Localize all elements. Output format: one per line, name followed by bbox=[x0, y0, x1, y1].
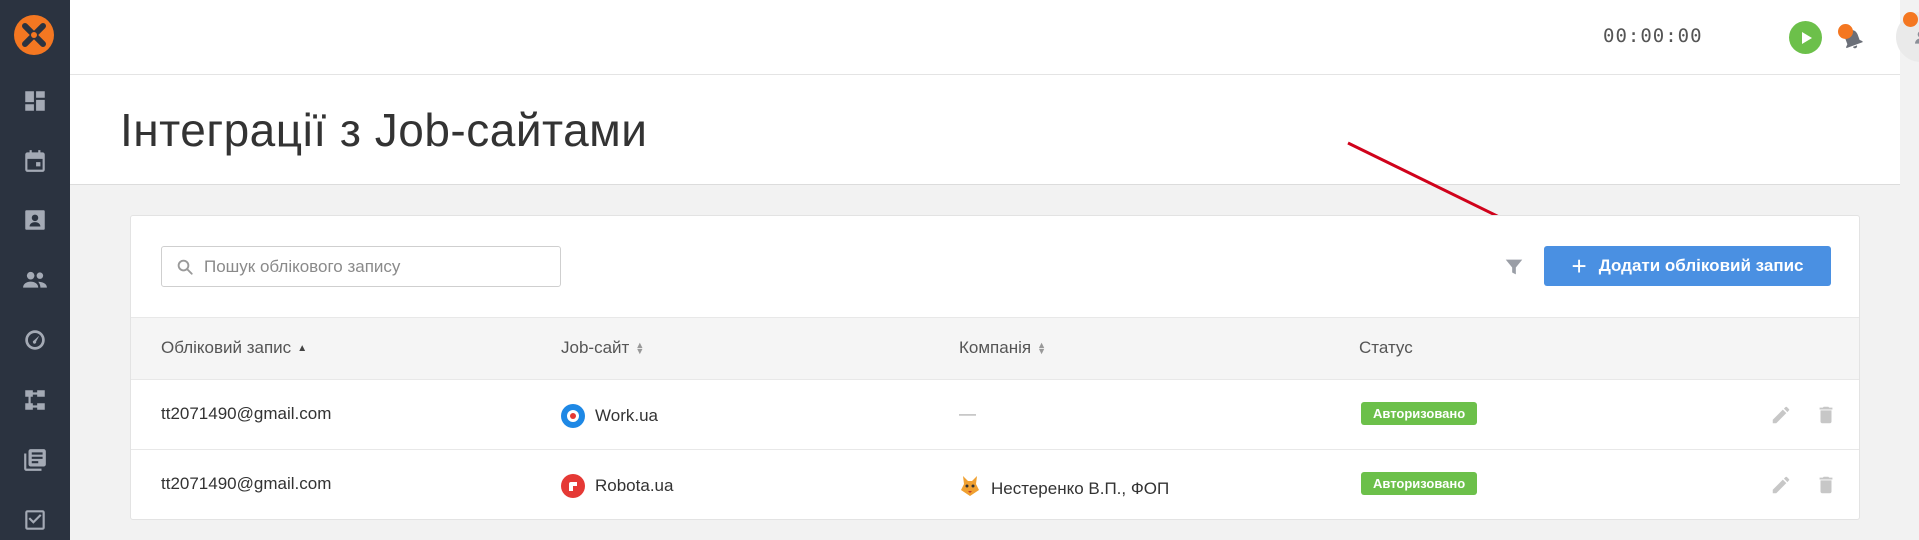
account-email: tt2071490@gmail.com bbox=[161, 474, 332, 493]
column-label: Обліковий запис bbox=[161, 338, 292, 357]
checkbox-icon bbox=[25, 510, 45, 530]
workflow-icon bbox=[25, 390, 45, 410]
plus-icon: + bbox=[1571, 251, 1587, 281]
table-row[interactable]: tt2071490@gmail.com Robota.ua Нестеренко… bbox=[131, 450, 1859, 520]
edit-button[interactable] bbox=[1770, 404, 1792, 426]
column-label: Компанія bbox=[959, 338, 1032, 357]
sidebar-item-people[interactable] bbox=[0, 260, 70, 300]
sidebar-item-calendar[interactable] bbox=[0, 141, 70, 181]
top-bar: 00:00:00 bbox=[70, 0, 1919, 75]
company-name: Нестеренко В.П., ФОП bbox=[991, 478, 1170, 498]
sidebar-item-contacts[interactable] bbox=[0, 200, 70, 240]
column-header-account[interactable]: Обліковий запис ▲ bbox=[161, 338, 307, 358]
column-label: Job-сайт bbox=[561, 338, 630, 357]
people-icon bbox=[23, 271, 47, 288]
page-title: Інтеграції з Job-сайтами bbox=[120, 104, 648, 156]
filter-icon[interactable] bbox=[1503, 256, 1525, 278]
sort-asc-icon: ▲ bbox=[297, 342, 308, 354]
trash-icon bbox=[1819, 476, 1833, 494]
job-site-cell: Work.ua bbox=[561, 404, 658, 428]
status-badge: Авторизовано bbox=[1361, 402, 1478, 425]
job-site-name: Work.ua bbox=[595, 406, 658, 425]
sort-icon: ▲ ▼ bbox=[1037, 340, 1046, 356]
column-label: Статус bbox=[1359, 338, 1413, 357]
app-logo[interactable] bbox=[14, 15, 54, 55]
job-site-cell: Robota.ua bbox=[561, 474, 673, 498]
company-cell: Нестеренко В.П., ФОП bbox=[959, 474, 1169, 503]
table-row[interactable]: tt2071490@gmail.com Work.ua — Авторизова… bbox=[131, 380, 1859, 450]
job-site-name: Robota.ua bbox=[595, 476, 674, 495]
notifications-button[interactable] bbox=[1836, 22, 1868, 54]
dashboard-icon bbox=[25, 91, 45, 111]
search-icon bbox=[177, 259, 193, 275]
search-input[interactable] bbox=[204, 256, 544, 277]
user-icon bbox=[1915, 31, 1919, 44]
column-header-job-site[interactable]: Job-сайт ▲ ▼ bbox=[561, 338, 644, 358]
trash-icon bbox=[1819, 406, 1833, 424]
notification-dot bbox=[1838, 24, 1853, 39]
sidebar-item-analytics[interactable] bbox=[0, 320, 70, 360]
page-header: Інтеграції з Job-сайтами bbox=[70, 75, 1900, 185]
company-name: — bbox=[959, 404, 976, 423]
table-header: Обліковий запис ▲ Job-сайт ▲ ▼ Компанія ▲… bbox=[131, 317, 1859, 380]
account-email: tt2071490@gmail.com bbox=[161, 404, 332, 423]
company-logo-icon bbox=[959, 474, 981, 503]
contact-card-icon bbox=[25, 210, 45, 230]
delete-button[interactable] bbox=[1815, 474, 1837, 496]
status-badge: Авторизовано bbox=[1361, 472, 1478, 495]
search-box[interactable] bbox=[161, 246, 561, 287]
calendar-icon bbox=[25, 150, 45, 172]
integrations-card: + Додати обліковий запис Обліковий запис… bbox=[130, 215, 1860, 520]
pencil-icon bbox=[1772, 406, 1790, 424]
start-timer-button[interactable] bbox=[1789, 21, 1822, 54]
sidebar-item-library[interactable] bbox=[0, 440, 70, 480]
sidebar bbox=[0, 0, 70, 540]
column-header-status: Статус bbox=[1359, 338, 1413, 358]
work-ua-icon bbox=[561, 404, 585, 428]
delete-button[interactable] bbox=[1815, 404, 1837, 426]
user-avatar[interactable] bbox=[1896, 12, 1919, 62]
add-account-button[interactable]: + Додати обліковий запис bbox=[1544, 246, 1831, 286]
sidebar-item-dashboard[interactable] bbox=[0, 81, 70, 121]
sidebar-item-pipelines[interactable] bbox=[0, 380, 70, 420]
add-account-label: Додати обліковий запис bbox=[1598, 256, 1804, 275]
robota-ua-icon bbox=[561, 474, 585, 498]
logo-icon bbox=[22, 23, 46, 47]
time-tracker-display: 00:00:00 bbox=[1603, 25, 1703, 47]
library-icon bbox=[24, 449, 46, 471]
play-icon bbox=[1801, 31, 1812, 44]
sort-icon: ▲ ▼ bbox=[635, 340, 645, 356]
column-header-company[interactable]: Компанія ▲ ▼ bbox=[959, 338, 1046, 358]
pencil-icon bbox=[1772, 476, 1790, 494]
speedometer-icon bbox=[25, 330, 45, 350]
sidebar-item-tasks[interactable] bbox=[0, 500, 70, 540]
edit-button[interactable] bbox=[1770, 474, 1792, 496]
avatar-status-dot bbox=[1903, 12, 1918, 27]
